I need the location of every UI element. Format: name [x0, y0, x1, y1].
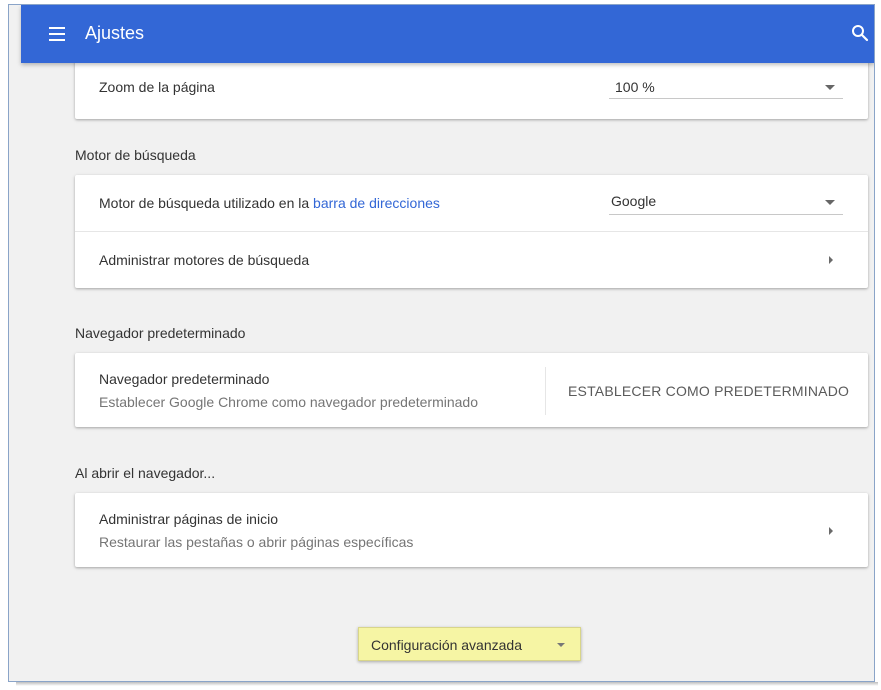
- manage-startup-pages-subtitle: Restaurar las pestañas o abrir páginas e…: [99, 534, 414, 550]
- chevron-down-icon: [825, 200, 835, 205]
- vertical-divider: [545, 367, 546, 415]
- search-engine-description-text: Motor de búsqueda utilizado en la: [99, 195, 314, 211]
- search-engine-description: Motor de búsqueda utilizado en la barra …: [99, 195, 440, 211]
- default-browser-card: Navegador predeterminado Establecer Goog…: [75, 353, 868, 427]
- search-engine-card: Motor de búsqueda utilizado en la barra …: [75, 175, 868, 288]
- section-title-default-browser: Navegador predeterminado: [75, 325, 246, 341]
- search-engine-value: Google: [611, 193, 657, 209]
- search-engine-select[interactable]: Google: [609, 189, 843, 215]
- chevron-right-icon: [829, 527, 833, 535]
- zoom-select[interactable]: 100 %: [609, 77, 843, 99]
- chevron-down-icon: [825, 85, 835, 90]
- section-title-search-engine: Motor de búsqueda: [75, 147, 196, 163]
- manage-search-engines-label: Administrar motores de búsqueda: [99, 252, 310, 268]
- search-icon[interactable]: [851, 24, 869, 42]
- advanced-settings-label: Configuración avanzada: [371, 637, 522, 653]
- manage-startup-pages-title: Administrar páginas de inicio: [99, 511, 278, 527]
- zoom-label: Zoom de la página: [99, 79, 215, 95]
- screenshot-frame: Zoom de la página 100 % Motor de búsqued…: [8, 4, 875, 682]
- chevron-right-icon: [829, 256, 833, 264]
- settings-window: Zoom de la página 100 % Motor de búsqued…: [0, 0, 881, 690]
- default-browser-subtitle: Establecer Google Chrome como navegador …: [99, 394, 478, 410]
- set-default-button[interactable]: ESTABLECER COMO PREDETERMINADO: [568, 383, 849, 399]
- frame-shadow: [16, 682, 878, 686]
- search-engine-row: Motor de búsqueda utilizado en la barra …: [75, 175, 868, 231]
- advanced-settings-button[interactable]: Configuración avanzada: [358, 627, 581, 661]
- chevron-down-icon: [557, 643, 565, 647]
- zoom-value: 100 %: [615, 79, 655, 95]
- settings-content: Zoom de la página 100 % Motor de búsqued…: [21, 5, 874, 681]
- app-toolbar: Ajustes: [21, 5, 874, 63]
- default-browser-title: Navegador predeterminado: [99, 371, 270, 387]
- address-bar-link[interactable]: barra de direcciones: [313, 195, 440, 211]
- page-title: Ajustes: [85, 23, 145, 43]
- hamburger-menu-icon[interactable]: [49, 27, 65, 41]
- on-startup-card[interactable]: Administrar páginas de inicio Restaurar …: [75, 493, 868, 567]
- manage-search-engines-row[interactable]: Administrar motores de búsqueda: [75, 232, 868, 288]
- section-title-on-startup: Al abrir el navegador...: [75, 465, 216, 481]
